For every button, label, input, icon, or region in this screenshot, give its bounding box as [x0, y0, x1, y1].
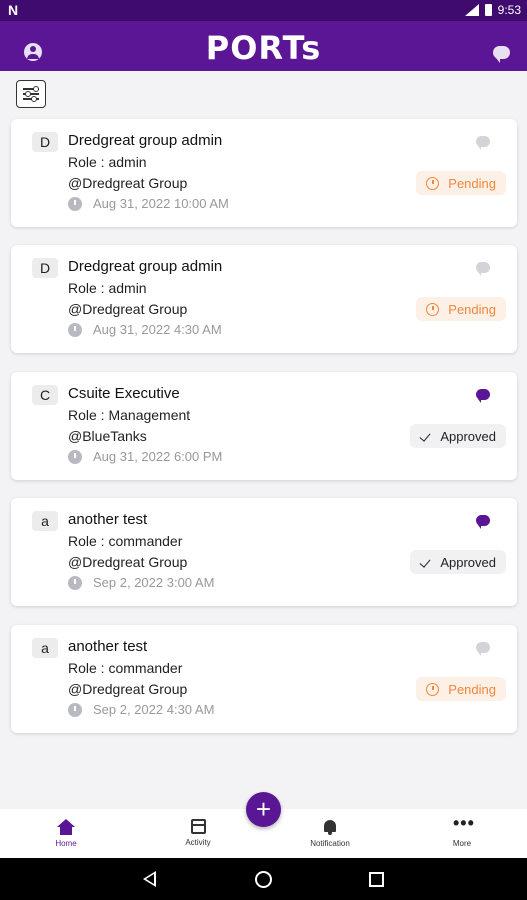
nav-notification[interactable]: Notification	[280, 817, 380, 848]
request-card[interactable]: D Dredgreat group admin Role : admin @Dr…	[11, 119, 517, 227]
avatar: D	[32, 258, 58, 278]
app-logo: PORTs	[205, 29, 322, 67]
avatar: C	[32, 385, 58, 405]
clock-icon	[68, 702, 82, 717]
status-badge: Approved	[410, 550, 506, 574]
user-role: Role : commander	[68, 660, 183, 676]
nav-label: Home	[55, 839, 77, 848]
avatar: a	[32, 638, 58, 658]
user-group: @Dredgreat Group	[68, 301, 188, 317]
pending-clock-icon	[426, 302, 440, 316]
signal-icon	[464, 4, 479, 16]
request-card[interactable]: C Csuite Executive Role : Management @Bl…	[11, 372, 517, 480]
back-icon[interactable]	[143, 871, 156, 887]
request-date: Aug 31, 2022 4:30 AM	[68, 322, 222, 337]
pending-clock-icon	[426, 176, 440, 190]
status-text: Pending	[448, 301, 496, 317]
request-card[interactable]: a another test Role : commander @Dredgre…	[11, 625, 517, 733]
status-text: Approved	[440, 554, 496, 570]
user-group: @Dredgreat Group	[68, 554, 188, 570]
more-icon: •••	[453, 813, 475, 833]
date-text: Sep 2, 2022 4:30 AM	[93, 702, 215, 717]
user-group: @Dredgreat Group	[68, 681, 188, 697]
battery-icon	[484, 4, 492, 16]
status-badge: Pending	[416, 171, 506, 195]
calendar-icon	[190, 819, 206, 834]
request-date: Aug 31, 2022 10:00 AM	[68, 196, 229, 211]
nav-more[interactable]: ••• More	[412, 813, 512, 848]
user-name: Dredgreat group admin	[68, 132, 223, 149]
avatar: a	[32, 511, 58, 531]
system-nav-bar	[0, 858, 527, 900]
user-role: Role : commander	[68, 533, 183, 549]
status-text: Pending	[448, 681, 496, 697]
status-badge: Pending	[416, 297, 506, 321]
status-badge: Pending	[416, 677, 506, 701]
check-icon	[420, 557, 431, 568]
app-bar: PORTs	[0, 21, 527, 71]
clock-icon	[68, 575, 82, 590]
date-text: Aug 31, 2022 4:30 AM	[93, 322, 222, 337]
clock-icon	[68, 196, 82, 211]
user-name: Dredgreat group admin	[68, 258, 223, 275]
carrier-icon: N	[8, 2, 19, 18]
request-date: Sep 2, 2022 3:00 AM	[68, 575, 214, 590]
request-card[interactable]: D Dredgreat group admin Role : admin @Dr…	[11, 245, 517, 353]
message-icon[interactable]	[476, 515, 490, 529]
nav-label: More	[452, 839, 472, 848]
avatar: D	[32, 132, 58, 152]
add-button[interactable]: +	[246, 792, 281, 827]
home-icon	[57, 819, 75, 835]
nav-home[interactable]: Home	[16, 817, 116, 848]
nav-label: Activity	[185, 838, 211, 847]
user-name: Csuite Executive	[68, 385, 180, 402]
user-role: Role : admin	[68, 280, 147, 296]
sliders-icon	[33, 86, 39, 92]
date-text: Sep 2, 2022 3:00 AM	[93, 575, 215, 590]
request-date: Aug 31, 2022 6:00 PM	[68, 449, 222, 464]
status-text: Approved	[440, 428, 496, 444]
message-icon[interactable]	[476, 389, 490, 403]
message-icon[interactable]	[476, 136, 490, 150]
user-role: Role : Management	[68, 407, 191, 423]
nav-label: Notification	[310, 839, 350, 848]
user-name: another test	[68, 511, 148, 528]
date-text: Aug 31, 2022 10:00 AM	[93, 196, 229, 211]
clock-icon	[68, 322, 82, 337]
request-date: Sep 2, 2022 4:30 AM	[68, 702, 214, 717]
status-icons: 9:53	[464, 3, 521, 17]
recents-icon[interactable]	[369, 872, 384, 887]
status-text: Pending	[448, 175, 496, 191]
filter-button[interactable]	[16, 80, 46, 108]
user-group: @Dredgreat Group	[68, 175, 188, 191]
message-icon[interactable]	[476, 642, 490, 656]
user-role: Role : admin	[68, 154, 147, 170]
status-bar: N 9:53	[0, 0, 527, 21]
bell-icon	[321, 819, 339, 835]
message-icon[interactable]	[476, 262, 490, 276]
date-text: Aug 31, 2022 6:00 PM	[93, 449, 223, 464]
clock-icon	[68, 449, 82, 464]
pending-clock-icon	[426, 682, 440, 696]
clock-time: 9:53	[497, 3, 521, 17]
check-icon	[420, 431, 431, 442]
home-button-icon[interactable]	[255, 871, 272, 888]
user-group: @BlueTanks	[68, 428, 147, 444]
chat-icon[interactable]	[493, 46, 510, 63]
request-card[interactable]: a another test Role : commander @Dredgre…	[11, 498, 517, 606]
user-name: another test	[68, 638, 148, 655]
status-badge: Approved	[410, 424, 506, 448]
nav-activity[interactable]: Activity	[148, 817, 248, 847]
